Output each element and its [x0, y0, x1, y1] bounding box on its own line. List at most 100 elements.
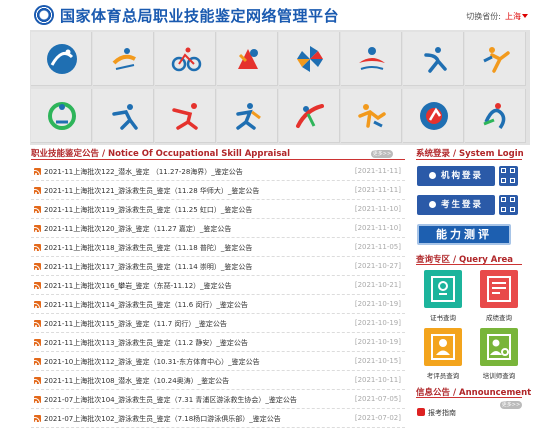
banner-tile	[465, 32, 526, 86]
certificate-query-label[interactable]: 证书查询	[418, 312, 468, 322]
notice-row[interactable]: 2021-11上海批次122_潜水_鉴定 （11.27-28海界）_鉴定公告 [2…	[31, 162, 405, 181]
notice-link[interactable]: 2021-11上海批次120_游泳_鉴定（11.27 嘉定）_鉴定公告	[44, 224, 231, 234]
notice-row[interactable]: 2021-11上海批次116_攀岩_鉴定（东琵-11.12）_鉴定公告 [2021…	[31, 276, 405, 295]
notice-link[interactable]: 2021-07上海批次104_游泳救生员_鉴定（7.31 青浦区游泳救生协会）_…	[44, 395, 297, 405]
province-switcher[interactable]: 切换省份: 上海	[466, 11, 528, 22]
notice-date: [2021-07-05]	[354, 395, 401, 403]
notice-date: [2021-10-11]	[354, 376, 401, 384]
leaping-icon	[358, 104, 386, 128]
swimmer-icon	[359, 47, 385, 70]
banner-tile	[279, 89, 340, 143]
certificate-query-icon[interactable]	[424, 270, 462, 308]
province-select[interactable]: 上海	[505, 12, 521, 21]
notice-link[interactable]: 2021-11上海批次121_游泳救生员_鉴定（11.28 华师大）_鉴定公告	[44, 186, 259, 196]
qr-code-icon[interactable]	[499, 195, 518, 215]
trainer-query-icon[interactable]	[480, 328, 518, 366]
notice-date: [2021-07-02]	[354, 414, 401, 422]
province-label: 切换省份:	[466, 12, 501, 21]
notice-date: [2021-10-15]	[354, 357, 401, 365]
notice-row[interactable]: 2021-11上海批次108_潜水_鉴定（10.24奥涛）_鉴定公告 [2021-…	[31, 371, 405, 390]
notice-row[interactable]: 2021-11上海批次117_游泳救生员_鉴定（11.14 崇明）_鉴定公告 [2…	[31, 257, 405, 276]
notice-link[interactable]: 2021-10上海批次112_游泳_鉴定（10.31-东方体育中心）_鉴定公告	[44, 357, 260, 367]
notice-date: [2021-10-27]	[354, 262, 401, 270]
notice-list: 2021-11上海批次122_潜水_鉴定 （11.27-28海界）_鉴定公告 [2…	[31, 162, 405, 428]
rss-icon	[34, 358, 41, 365]
exam-guide-link[interactable]: 报考指南	[417, 408, 456, 418]
banner-tile	[155, 32, 216, 86]
notice-date: [2021-11-11]	[354, 186, 401, 194]
notice-link[interactable]: 2021-11上海批次114_游泳救生员_鉴定（11.6 闵行）_鉴定公告	[44, 300, 248, 310]
rss-icon	[34, 187, 41, 194]
rss-icon	[34, 263, 41, 270]
notice-more-link[interactable]: 更多>>	[371, 150, 393, 158]
skating-icon	[112, 104, 138, 130]
examiner-query-label[interactable]: 考评员查询	[418, 370, 468, 380]
site-title: 国家体育总局职业技能鉴定网络管理平台	[60, 7, 340, 25]
cycling-icon	[171, 47, 202, 72]
ball-icon	[483, 103, 506, 130]
notice-link[interactable]: 2021-11上海批次113_游泳救生员_鉴定（11.2 静安）_鉴定公告	[44, 338, 248, 348]
rss-icon	[34, 206, 41, 213]
header: 国家体育总局职业技能鉴定网络管理平台 切换省份: 上海	[0, 0, 558, 30]
rss-icon	[34, 377, 41, 384]
notice-link[interactable]: 2021-11上海批次117_游泳救生员_鉴定（11.14 崇明）_鉴定公告	[44, 262, 252, 272]
candidate-login-button[interactable]: 考生登录	[417, 195, 495, 215]
notice-date: [2021-10-19]	[354, 319, 401, 327]
notice-link[interactable]: 2021-11上海批次116_攀岩_鉴定（东琵-11.12）_鉴定公告	[44, 281, 232, 291]
notice-row[interactable]: 2021-11上海批次119_游泳救生员_鉴定（11.25 虹口）_鉴定公告 [2…	[31, 200, 405, 219]
banner-tile	[217, 89, 278, 143]
divider	[416, 264, 522, 265]
trainer-query-label[interactable]: 培训师查询	[474, 370, 524, 380]
rss-icon	[34, 225, 41, 232]
pinwheel-icon	[297, 46, 323, 72]
notice-row[interactable]: 2021-10上海批次112_游泳_鉴定（10.31-东方体育中心）_鉴定公告 […	[31, 352, 405, 371]
notice-date: [2021-11-10]	[354, 205, 401, 213]
user-icon	[428, 201, 436, 208]
notice-row[interactable]: 2021-11上海批次114_游泳救生员_鉴定（11.6 闵行）_鉴定公告 [20…	[31, 295, 405, 314]
score-query-icon[interactable]	[480, 270, 518, 308]
banner-tile	[403, 32, 464, 86]
banner-tile	[279, 32, 340, 86]
rss-icon	[34, 168, 41, 175]
banner-tile	[93, 89, 154, 143]
score-query-label[interactable]: 成绩查询	[474, 312, 524, 322]
user-icon	[428, 172, 436, 179]
fencing-icon	[483, 47, 510, 73]
rss-icon	[34, 339, 41, 346]
notice-row[interactable]: 2021-11上海批次113_游泳救生员_鉴定（11.2 静安）_鉴定公告 [20…	[31, 333, 405, 352]
notice-row[interactable]: 2021-07上海批次104_游泳救生员_鉴定（7.31 青浦区游泳救生协会）_…	[31, 390, 405, 409]
notice-link[interactable]: 2021-11上海批次115_游泳_鉴定（11.7 闵行）_鉴定公告	[44, 319, 227, 329]
notice-link[interactable]: 2021-11上海批次118_游泳救生员_鉴定（11.18 普陀）_鉴定公告	[44, 243, 252, 253]
banner-tile	[341, 32, 402, 86]
javelin-icon	[296, 104, 324, 128]
chevron-down-icon[interactable]	[522, 14, 528, 18]
guide-icon	[417, 408, 425, 416]
notice-row[interactable]: 2021-11上海批次118_游泳救生员_鉴定（11.18 普陀）_鉴定公告 [2…	[31, 238, 405, 257]
banner-tile	[31, 32, 92, 86]
rss-icon	[34, 301, 41, 308]
divider	[416, 159, 522, 160]
examiner-query-icon[interactable]	[424, 328, 462, 366]
notice-section-title: 职业技能鉴定公告 / Notice Of Occupational Skill …	[31, 149, 291, 159]
org-login-button[interactable]: 机构登录	[417, 166, 495, 186]
sports-banner	[30, 30, 530, 145]
banner-tile	[341, 89, 402, 143]
notice-link[interactable]: 2021-11上海批次119_游泳救生员_鉴定（11.25 虹口）_鉴定公告	[44, 205, 252, 215]
notice-link[interactable]: 2021-11上海批次122_潜水_鉴定 （11.27-28海界）_鉴定公告	[44, 167, 243, 177]
exam-guide-label: 报考指南	[428, 409, 456, 417]
notice-row[interactable]: 2021-11上海批次121_游泳救生员_鉴定（11.28 华师大）_鉴定公告 […	[31, 181, 405, 200]
notice-row[interactable]: 2021-11上海批次115_游泳_鉴定（11.7 闵行）_鉴定公告 [2021-…	[31, 314, 405, 333]
ability-test-button[interactable]: 能力测评	[417, 224, 511, 245]
notice-row[interactable]: 2021-07上海批次102_游泳救生员_鉴定（7.18杨口游泳俱乐部）_鉴定公…	[31, 409, 405, 428]
notice-row[interactable]: 2021-11上海批次120_游泳_鉴定（11.27 嘉定）_鉴定公告 [2021…	[31, 219, 405, 238]
notice-link[interactable]: 2021-11上海批次108_潜水_鉴定（10.24奥涛）_鉴定公告	[44, 376, 229, 386]
boxing-icon	[238, 49, 258, 69]
rss-icon	[34, 415, 41, 422]
announcement-more-link[interactable]: 更多>>	[500, 401, 522, 409]
notice-date: [2021-11-10]	[354, 224, 401, 232]
ballet-icon	[420, 102, 448, 130]
notice-date: [2021-10-21]	[354, 281, 401, 289]
qr-code-icon[interactable]	[499, 166, 518, 186]
banner-tile	[155, 89, 216, 143]
rss-icon	[34, 282, 41, 289]
